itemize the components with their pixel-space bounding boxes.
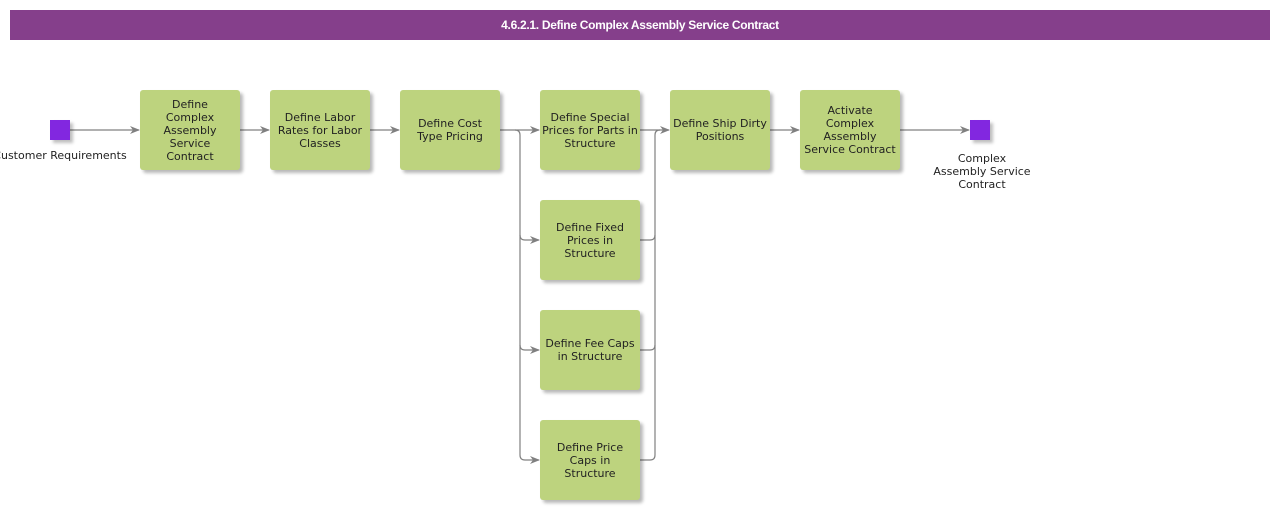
task-label: Define Labor Rates for Labor Classes [277, 110, 363, 150]
task-label: Define Fixed Prices in Structure [556, 220, 624, 260]
task-define-special-prices[interactable]: Define Special Prices for Parts in Struc… [540, 90, 640, 170]
task-define-ship-dirty-positions[interactable]: Define Ship Dirty Positions [670, 90, 770, 170]
task-label: Define Fee Caps in Structure [545, 337, 635, 363]
task-label: Define Complex Assembly Service Contract [163, 97, 217, 163]
start-event-label: Customer Requirements [0, 149, 127, 162]
task-label: Define Price Caps in Structure [556, 440, 624, 480]
start-event-marker[interactable] [50, 120, 70, 140]
flow-t5-t8 [640, 129, 661, 241]
task-define-cost-type-pricing[interactable]: Define Cost Type Pricing [400, 90, 500, 170]
flow-t3-t5 [514, 129, 540, 244]
task-label: Activate Complex Assembly Service Contra… [804, 104, 896, 156]
flow-t7-t8 [640, 345, 656, 461]
task-define-price-caps[interactable]: Define Price Caps in Structure [540, 420, 640, 500]
flow-t3-t6 [519, 235, 540, 354]
end-event-label: Complex Assembly Service Contract [933, 152, 1031, 191]
connectors-layer [70, 126, 970, 464]
task-define-fee-caps[interactable]: Define Fee Caps in Structure [540, 310, 640, 390]
task-label: Define Special Prices for Parts in Struc… [542, 110, 638, 150]
task-activate-complex-assembly-service-contract[interactable]: Activate Complex Assembly Service Contra… [800, 90, 900, 170]
task-label: Define Ship Dirty Positions [673, 117, 767, 143]
end-event-marker[interactable] [970, 120, 990, 140]
task-define-labor-rates[interactable]: Define Labor Rates for Labor Classes [270, 90, 370, 170]
task-define-fixed-prices[interactable]: Define Fixed Prices in Structure [540, 200, 640, 280]
task-define-complex-assembly-service-contract[interactable]: Define Complex Assembly Service Contract [140, 90, 240, 170]
flow-t6-t8 [640, 235, 656, 351]
flow-t3-t7 [519, 345, 540, 464]
task-label: Define Cost Type Pricing [417, 117, 483, 143]
